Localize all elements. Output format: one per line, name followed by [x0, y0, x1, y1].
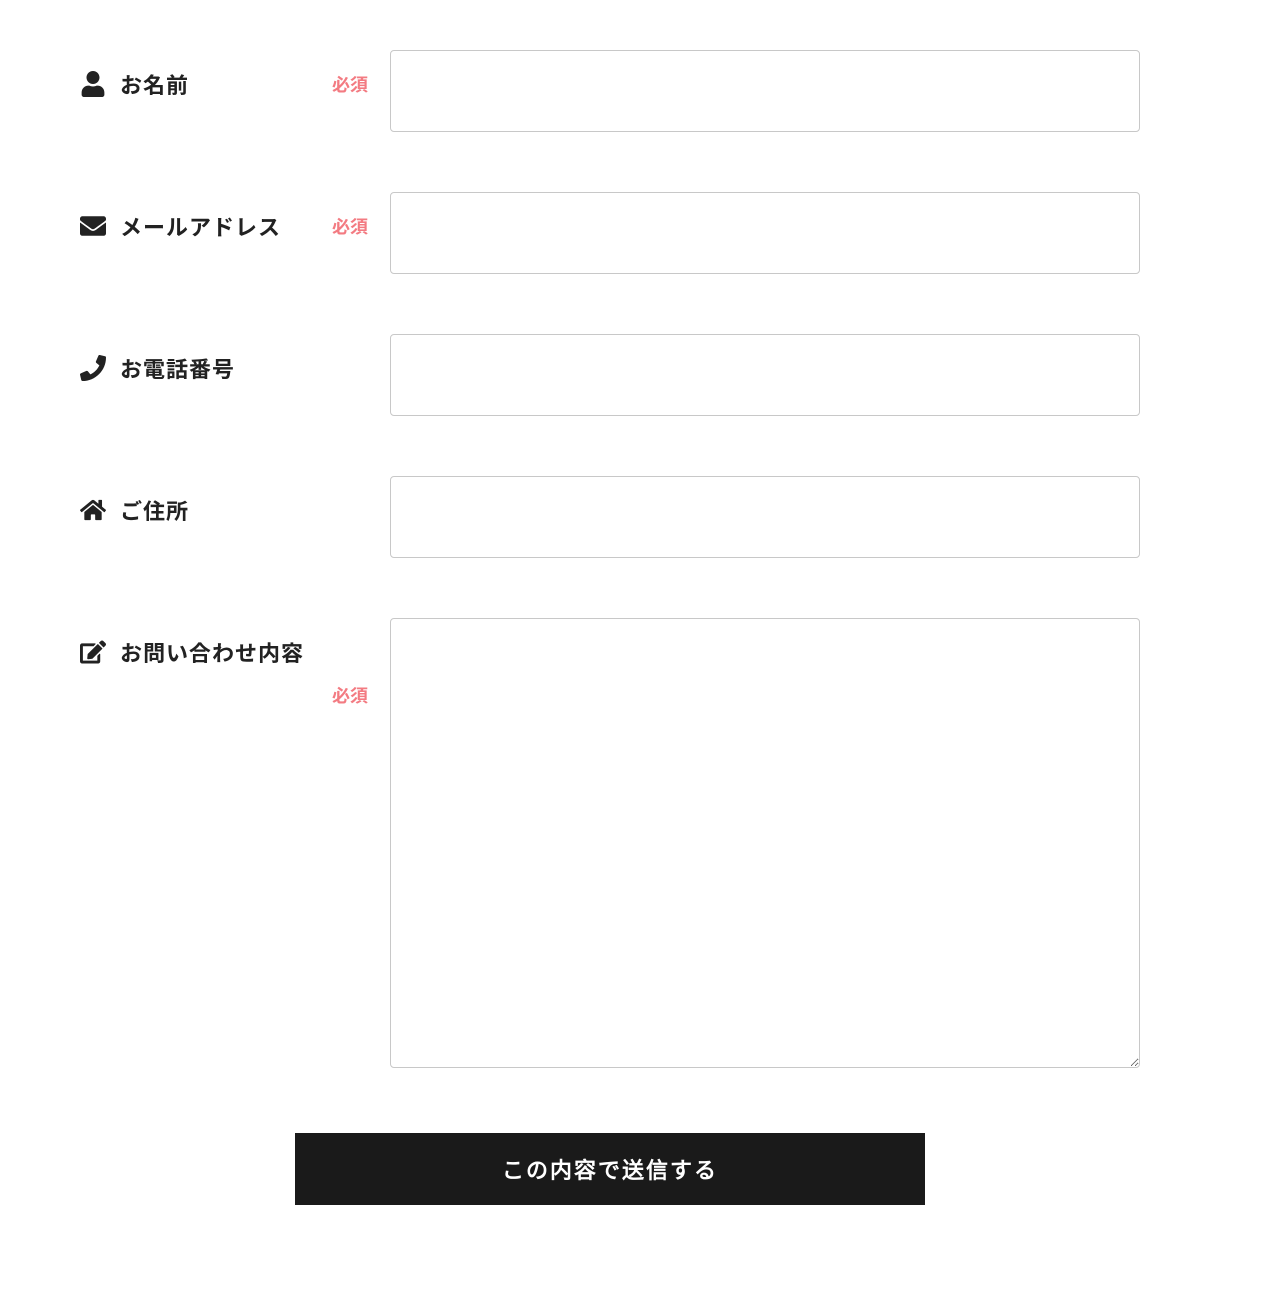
email-label: メールアドレス: [120, 210, 281, 242]
required-badge: 必須: [332, 213, 368, 239]
phone-icon: [80, 355, 106, 381]
name-input[interactable]: [390, 50, 1140, 132]
input-wrap-phone: [390, 334, 1140, 416]
address-label: ご住所: [120, 494, 189, 526]
envelope-icon: [80, 213, 106, 239]
input-wrap-inquiry: [390, 618, 1140, 1073]
label-wrap-address: ご住所: [80, 476, 390, 526]
input-wrap-email: [390, 192, 1140, 274]
name-label: お名前: [120, 68, 189, 100]
form-row-email: メールアドレス 必須: [80, 192, 1140, 274]
form-row-inquiry: お問い合わせ内容 必須: [80, 618, 1140, 1073]
required-badge: 必須: [80, 682, 368, 708]
user-icon: [80, 71, 106, 97]
input-wrap-address: [390, 476, 1140, 558]
phone-label: お電話番号: [120, 352, 235, 384]
home-icon: [80, 497, 106, 523]
label-wrap-phone: お電話番号: [80, 334, 390, 384]
submit-wrap: この内容で送信する: [80, 1133, 1140, 1205]
label-wrap-email: メールアドレス 必須: [80, 192, 390, 242]
form-row-name: お名前 必須: [80, 50, 1140, 132]
address-input[interactable]: [390, 476, 1140, 558]
submit-button[interactable]: この内容で送信する: [295, 1133, 925, 1205]
inquiry-textarea[interactable]: [390, 618, 1140, 1068]
required-badge: 必須: [332, 71, 368, 97]
form-row-phone: お電話番号: [80, 334, 1140, 416]
contact-form: お名前 必須 メールアドレス 必須 お電話番号 ご住所: [80, 50, 1140, 1205]
input-wrap-name: [390, 50, 1140, 132]
edit-icon: [80, 639, 106, 665]
inquiry-label: お問い合わせ内容: [120, 636, 304, 668]
email-input[interactable]: [390, 192, 1140, 274]
phone-input[interactable]: [390, 334, 1140, 416]
label-wrap-inquiry: お問い合わせ内容 必須: [80, 618, 390, 708]
form-row-address: ご住所: [80, 476, 1140, 558]
label-wrap-name: お名前 必須: [80, 50, 390, 100]
